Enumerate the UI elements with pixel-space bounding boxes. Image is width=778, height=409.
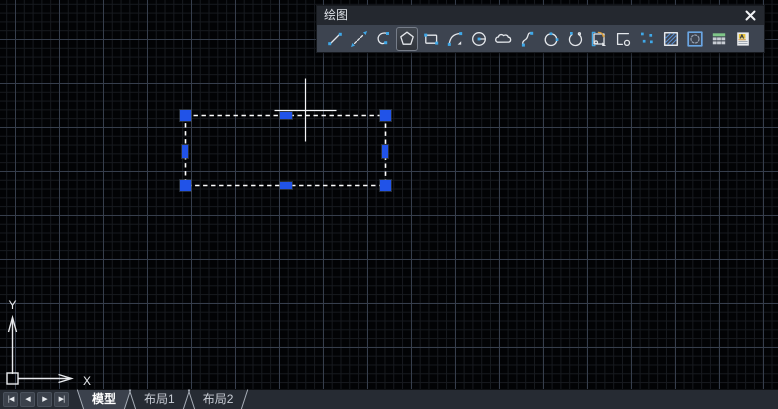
- spline-tool-button[interactable]: [516, 27, 538, 51]
- gradient-icon: [685, 29, 705, 49]
- insert-block-icon: [589, 29, 609, 49]
- tab-slant-left: [187, 389, 194, 409]
- crosshair-cursor: [275, 79, 337, 142]
- make-block-tool-button[interactable]: [612, 27, 634, 51]
- grip-top-right[interactable]: [380, 110, 391, 121]
- tab-slant-right: [241, 389, 248, 409]
- selection-outline[interactable]: [186, 116, 386, 186]
- grip-right-mid[interactable]: [382, 145, 388, 158]
- ellipse-arc-icon: [565, 29, 585, 49]
- table-icon: [709, 29, 729, 49]
- layout-tabs: 模型 布局1 布局2: [78, 390, 247, 409]
- revision-cloud-tool-button[interactable]: [492, 27, 514, 51]
- last-tab-button[interactable]: ▶|: [54, 392, 69, 407]
- ucs-y-label: Y: [8, 298, 16, 312]
- draw-toolbar: 绘图: [316, 5, 765, 53]
- construction-line-icon: [349, 29, 369, 49]
- previous-tab-button[interactable]: ◀: [20, 392, 35, 407]
- rectangle-icon: [421, 29, 441, 49]
- toolbar-title: 绘图: [324, 6, 742, 25]
- grip-left-mid[interactable]: [182, 145, 188, 158]
- hatch-tool-button[interactable]: [660, 27, 682, 51]
- ellipse-tool-button[interactable]: [540, 27, 562, 51]
- ucs-origin-box: [7, 373, 18, 384]
- line-tool-button[interactable]: [324, 27, 346, 51]
- tab-label: 布局1: [144, 392, 175, 406]
- tab-model[interactable]: 模型: [78, 390, 130, 409]
- revision-cloud-icon: [493, 29, 513, 49]
- tab-layout2[interactable]: 布局2: [189, 390, 248, 409]
- ucs-icon: Y X: [7, 298, 91, 388]
- grip-bottom-right[interactable]: [380, 180, 391, 191]
- ellipse-icon: [541, 29, 561, 49]
- toolbar-body: [317, 25, 764, 53]
- circle-tool-button[interactable]: [468, 27, 490, 51]
- point-icon: [637, 29, 657, 49]
- polygon-icon: [397, 29, 417, 49]
- mtext-tool-button[interactable]: [732, 27, 754, 51]
- close-icon[interactable]: [742, 8, 758, 23]
- grip-bottom-mid[interactable]: [280, 182, 292, 189]
- mtext-icon: [733, 29, 753, 49]
- gradient-tool-button[interactable]: [684, 27, 706, 51]
- rectangle-tool-button[interactable]: [420, 27, 442, 51]
- tab-slant-left: [129, 389, 136, 409]
- ellipse-arc-tool-button[interactable]: [564, 27, 586, 51]
- tab-navigation: |◀◀▶▶|: [0, 392, 69, 407]
- grip-bottom-left[interactable]: [180, 180, 191, 191]
- point-tool-button[interactable]: [636, 27, 658, 51]
- spline-icon: [517, 29, 537, 49]
- line-icon: [325, 29, 345, 49]
- polyline-icon: [373, 29, 393, 49]
- hatch-icon: [661, 29, 681, 49]
- construction-line-tool-button[interactable]: [348, 27, 370, 51]
- circle-icon: [469, 29, 489, 49]
- drawing-overlay: Y X: [0, 0, 778, 389]
- arc-tool-button[interactable]: [444, 27, 466, 51]
- layout-tabbar: |◀◀▶▶| 模型 布局1 布局2: [0, 389, 778, 409]
- grip-top-left[interactable]: [180, 110, 191, 121]
- polygon-tool-button[interactable]: [396, 27, 418, 51]
- ucs-x-label: X: [83, 374, 91, 388]
- tab-label: 布局2: [203, 392, 234, 406]
- tab-label: 模型: [92, 392, 116, 406]
- next-tab-button[interactable]: ▶: [37, 392, 52, 407]
- insert-block-tool-button[interactable]: [588, 27, 610, 51]
- make-block-icon: [613, 29, 633, 49]
- toolbar-titlebar[interactable]: 绘图: [317, 6, 764, 25]
- grip-top-mid[interactable]: [280, 112, 292, 119]
- arc-icon: [445, 29, 465, 49]
- cad-application: Y X 绘图 |◀◀▶▶| 模型 布局1 布局2: [0, 0, 778, 409]
- table-tool-button[interactable]: [708, 27, 730, 51]
- first-tab-button[interactable]: |◀: [3, 392, 18, 407]
- tab-layout1[interactable]: 布局1: [130, 390, 189, 409]
- polyline-tool-button[interactable]: [372, 27, 394, 51]
